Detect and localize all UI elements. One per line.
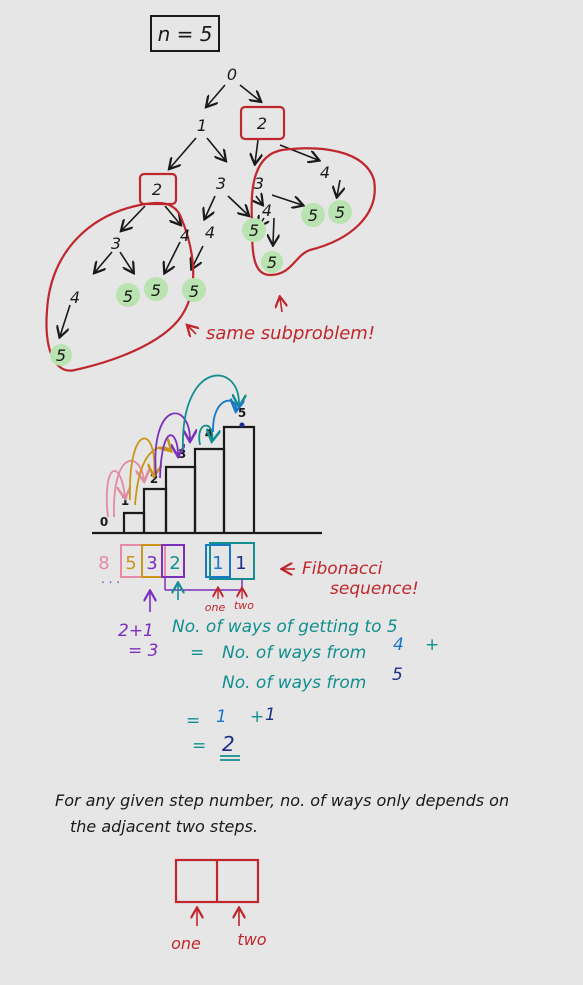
calc-line2-pre: No. of ways from bbox=[222, 643, 366, 663]
staircase bbox=[92, 425, 322, 535]
calc-line5-eq: = bbox=[192, 736, 206, 756]
step-3 bbox=[164, 465, 197, 533]
footer-two-label: two bbox=[237, 930, 266, 949]
seq-value: 3 bbox=[146, 553, 157, 574]
footer-line2: the adjacent two steps. bbox=[70, 817, 258, 836]
seq-value: 8 bbox=[98, 553, 109, 574]
tree-edge bbox=[206, 137, 225, 160]
seq-value: 1 bbox=[212, 553, 223, 574]
tree-node: 5 bbox=[308, 206, 318, 225]
tree-edge bbox=[271, 194, 302, 205]
calc-line3-pre: No. of ways from bbox=[222, 673, 366, 693]
n-label-box: n = 5 bbox=[150, 15, 220, 52]
footer-one-label: one bbox=[171, 934, 201, 953]
tree-edge bbox=[95, 251, 113, 272]
two-cell-array: one two bbox=[171, 858, 267, 953]
calc-line1: No. of ways of getting to 5 bbox=[172, 617, 398, 637]
tree-node: 4 bbox=[180, 226, 190, 245]
tree-node: 5 bbox=[56, 346, 66, 365]
tree-node: 1 bbox=[197, 116, 207, 135]
calculation: 2+1 = 3 No. of ways of getting to 5 = No… bbox=[118, 617, 439, 756]
step-1 bbox=[122, 511, 146, 533]
tree-node: 3 bbox=[254, 174, 264, 193]
tree-edge bbox=[207, 84, 226, 106]
tree-edge bbox=[165, 241, 181, 272]
calc-left-line2: = 3 bbox=[128, 641, 158, 661]
tree-node: 3 bbox=[216, 174, 226, 193]
step-2 bbox=[142, 487, 168, 533]
calc-line4-eq: = bbox=[186, 711, 200, 731]
calc-line2-num: 4 bbox=[393, 635, 404, 655]
tree-node: 5 bbox=[189, 282, 199, 301]
tree-node: 3 bbox=[111, 234, 121, 253]
footer-text: For any given step number, no. of ways o… bbox=[55, 791, 509, 836]
footer-line1: For any given step number, no. of ways o… bbox=[55, 791, 509, 810]
same-subproblem-note: same subproblem! bbox=[206, 323, 375, 344]
one-label: one bbox=[205, 601, 226, 614]
tree-node: 2 bbox=[257, 114, 267, 133]
seq-value: 1 bbox=[235, 553, 246, 574]
tree-edge bbox=[239, 84, 260, 101]
tree-node: 4 bbox=[262, 201, 272, 220]
tree-edge bbox=[227, 195, 248, 215]
calc-line3-num: 5 bbox=[392, 665, 403, 685]
sequence-row: 8 5 3 2 1 1 . . . Fibonacci sequence! on… bbox=[98, 542, 419, 614]
tree-edge bbox=[60, 304, 71, 336]
tree-edge bbox=[337, 179, 340, 196]
tree-node: 5 bbox=[123, 287, 133, 306]
fib-note-line2: sequence! bbox=[330, 579, 419, 599]
tree-node: 5 bbox=[335, 203, 345, 222]
tree-edge bbox=[205, 195, 216, 218]
whiteboard-canvas: n = 5 0 1 2 2 3 3 4 3 4 4 4 4 5 5 5 5 5 … bbox=[45, 15, 509, 953]
tree-node: 5 bbox=[249, 221, 259, 240]
step-label: 0 bbox=[100, 515, 108, 529]
calc-line4-plus: + bbox=[250, 707, 264, 727]
calc-line5-val: 2 bbox=[222, 732, 235, 756]
step-5 bbox=[222, 425, 256, 533]
tree-edge bbox=[164, 205, 180, 224]
step-label: 3 bbox=[178, 447, 186, 461]
tree-edge bbox=[273, 217, 274, 244]
fib-note-line1: Fibonacci bbox=[302, 559, 383, 579]
goal-dot bbox=[239, 422, 245, 428]
calc-line4-a: 1 bbox=[216, 707, 227, 727]
tree-node: 0 bbox=[227, 65, 237, 84]
jump-arc bbox=[113, 459, 144, 518]
step-4 bbox=[193, 447, 226, 533]
tree-edge bbox=[119, 251, 133, 272]
tree-node: 4 bbox=[205, 223, 215, 242]
calc-line2-eq: = bbox=[190, 643, 204, 663]
tree-edge bbox=[255, 139, 258, 163]
seq-value: 5 bbox=[125, 553, 136, 574]
calc-line4-b: 1 bbox=[265, 705, 276, 725]
calc-line2-plus: + bbox=[425, 635, 439, 655]
tree-node: 2 bbox=[152, 180, 162, 199]
n-label: n = 5 bbox=[158, 22, 213, 46]
tree-edge bbox=[170, 137, 197, 168]
two-label: two bbox=[234, 599, 254, 612]
tree-node: 4 bbox=[320, 163, 330, 182]
tree-node: 5 bbox=[151, 281, 161, 300]
tree-node: 5 bbox=[267, 253, 277, 272]
seq-dots: . . . bbox=[101, 572, 120, 586]
tree-node: 4 bbox=[70, 288, 80, 307]
seq-value: 2 bbox=[169, 553, 180, 574]
note-arrow bbox=[280, 298, 282, 313]
calc-left-line1: 2+1 bbox=[118, 621, 154, 641]
note-arrow bbox=[188, 326, 196, 334]
jump-arc bbox=[159, 434, 178, 479]
step-label: 5 bbox=[238, 406, 246, 420]
